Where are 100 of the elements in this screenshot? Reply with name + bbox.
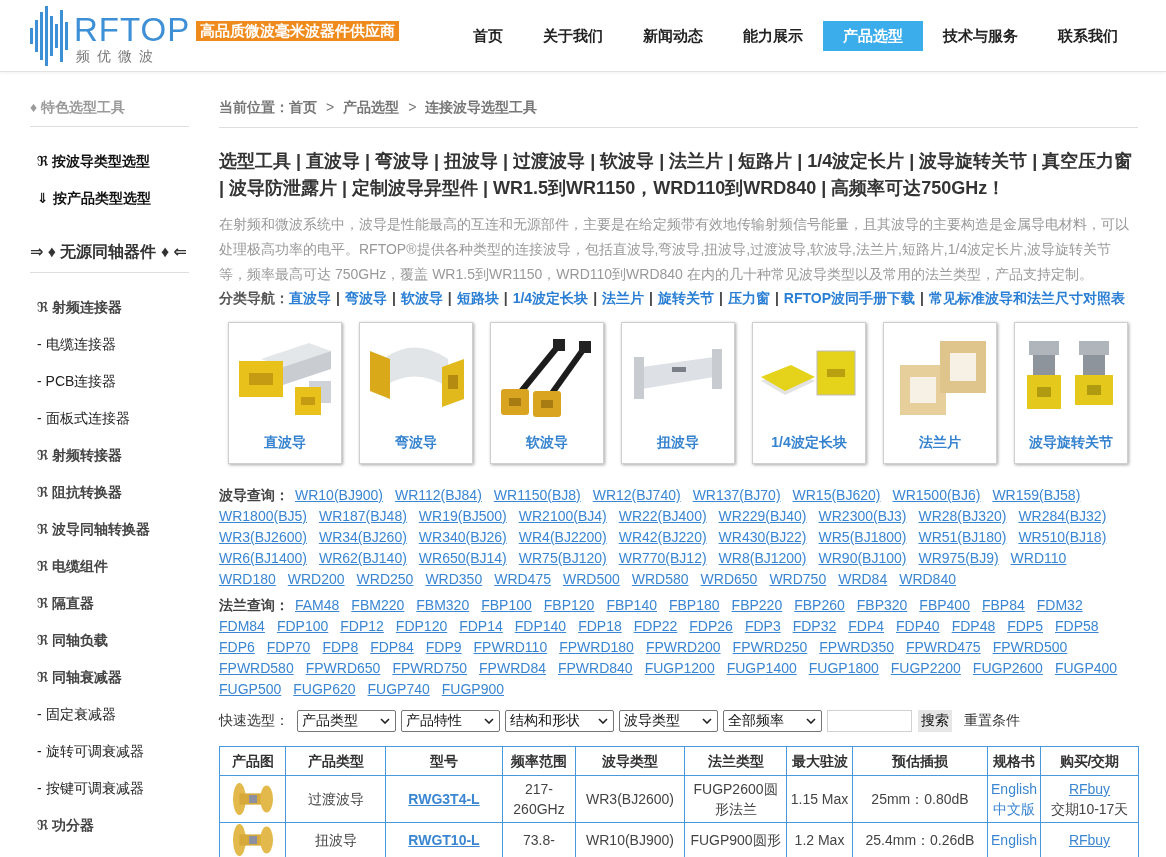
waveguide-link[interactable]: WR2300(BJ3) [818, 506, 907, 527]
waveguide-link[interactable]: WR8(BJ1200) [718, 548, 807, 569]
category-link[interactable]: 常见标准波导和法兰尺寸对照表 [928, 287, 1125, 309]
waveguide-link[interactable]: WR137(BJ70) [692, 485, 781, 506]
waveguide-link[interactable]: WR1800(BJ5) [219, 506, 307, 527]
product-card[interactable]: 波导旋转关节 [1014, 322, 1128, 464]
flange-link[interactable]: FUGP500 [219, 679, 282, 700]
sidebar-link[interactable]: - 按键可调衰减器 [30, 778, 144, 798]
search-field[interactable] [827, 710, 912, 732]
flange-link[interactable]: FDP70 [266, 637, 311, 658]
waveguide-link[interactable]: WRD500 [563, 569, 620, 590]
waveguide-link[interactable]: WR28(BJ320) [918, 506, 1007, 527]
sidebar-link[interactable]: ℜ 电缆组件 [30, 556, 109, 576]
category-link[interactable]: 直波导 [289, 287, 331, 309]
waveguide-link[interactable]: WRD475 [494, 569, 551, 590]
nav-tab[interactable]: 关于我们 [523, 20, 623, 51]
flange-link[interactable]: FUGP900 [441, 679, 504, 700]
flange-link[interactable]: FDP120 [395, 616, 448, 637]
filter-select[interactable]: 波导类型 [619, 710, 718, 732]
waveguide-link[interactable]: WR3(BJ2600) [219, 527, 307, 548]
sidebar-link[interactable]: ℜ 隔直器 [30, 593, 95, 613]
sidebar-link[interactable]: ℜ 阻抗转换器 [30, 482, 123, 502]
waveguide-link[interactable]: WR284(BJ32) [1018, 506, 1107, 527]
flange-link[interactable]: FPWRD750 [392, 658, 468, 679]
nav-tab[interactable]: 技术与服务 [923, 20, 1038, 51]
category-link[interactable]: 旋转关节 [658, 287, 714, 309]
flange-link[interactable]: FDP12 [340, 616, 384, 637]
flange-link[interactable]: FBP220 [731, 595, 783, 616]
flange-link[interactable]: FDP9 [425, 637, 462, 658]
waveguide-link[interactable]: WR6(BJ1400) [219, 548, 307, 569]
waveguide-link[interactable]: WR112(BJ84) [394, 485, 482, 506]
flange-link[interactable]: FPWRD500 [992, 637, 1068, 658]
waveguide-link[interactable]: WR187(BJ48) [318, 506, 407, 527]
breadcrumb-link[interactable]: 首页 [289, 97, 317, 117]
waveguide-link[interactable]: WR2100(BJ4) [518, 506, 607, 527]
waveguide-link[interactable]: WRD650 [700, 569, 758, 590]
reset-link[interactable]: 重置条件 [964, 712, 1020, 730]
waveguide-link[interactable]: WRD200 [287, 569, 345, 590]
flange-link[interactable]: FDP48 [951, 616, 996, 637]
flange-link[interactable]: FUGP620 [293, 679, 356, 700]
flange-link[interactable]: FUGP400 [1054, 658, 1118, 679]
waveguide-link[interactable]: WR650(BJ14) [418, 548, 507, 569]
flange-link[interactable]: FUGP740 [367, 679, 430, 700]
flange-link[interactable]: FDP40 [896, 616, 940, 637]
flange-link[interactable]: FPWRD350 [819, 637, 894, 658]
sidebar-link[interactable]: - 电缆连接器 [30, 334, 116, 354]
flange-link[interactable]: FDP140 [514, 616, 567, 637]
flange-link[interactable]: FDP14 [459, 616, 503, 637]
flange-link[interactable]: FPWRD84 [479, 658, 546, 679]
product-card[interactable]: 1/4波定长块 [752, 322, 866, 464]
waveguide-link[interactable]: WR22(BJ400) [618, 506, 707, 527]
flange-link[interactable]: FDP18 [578, 616, 622, 637]
waveguide-link[interactable]: WR229(BJ40) [718, 506, 807, 527]
waveguide-link[interactable]: WR19(BJ500) [418, 506, 507, 527]
search-button[interactable]: 搜索 [918, 710, 952, 732]
buy-link[interactable]: RFbuy [1068, 779, 1111, 799]
nav-tab[interactable]: 产品选型 [823, 20, 923, 51]
waveguide-link[interactable]: WRD580 [631, 569, 689, 590]
waveguide-link[interactable]: WRD84 [838, 569, 888, 590]
flange-link[interactable]: FDP6 [219, 637, 255, 658]
flange-link[interactable]: FPWRD580 [219, 658, 294, 679]
sidebar-link[interactable]: ℜ 同轴衰减器 [30, 667, 123, 687]
waveguide-link[interactable]: WRD750 [769, 569, 827, 590]
flange-link[interactable]: FAM48 [295, 595, 340, 616]
waveguide-link[interactable]: WR75(BJ120) [518, 548, 607, 569]
flange-link[interactable]: FUGP1400 [726, 658, 797, 679]
datasheet-link[interactable]: English [991, 779, 1037, 799]
sidebar-link[interactable]: ℜ 射频连接器 [30, 297, 123, 317]
flange-link[interactable]: FPWRD475 [905, 637, 981, 658]
waveguide-link[interactable]: WR4(BJ2200) [518, 527, 607, 548]
flange-link[interactable]: FUGP2600 [972, 658, 1043, 679]
model-link[interactable]: RWGT10-L [408, 832, 480, 848]
flange-link[interactable]: FDP8 [322, 637, 359, 658]
flange-link[interactable]: FBP400 [919, 595, 970, 616]
sidebar-link[interactable]: ℜ 功分器 [30, 815, 95, 835]
buy-link[interactable]: RFbuy [1068, 830, 1111, 850]
waveguide-link[interactable]: WR5(BJ1800) [818, 527, 907, 548]
product-card[interactable]: 软波导 [490, 322, 604, 464]
flange-link[interactable]: FDP4 [848, 616, 885, 637]
waveguide-link[interactable]: WRD250 [356, 569, 414, 590]
category-link[interactable]: 1/4波定长块 [512, 287, 589, 309]
sidebar-link[interactable]: - 固定衰减器 [30, 704, 116, 724]
category-link[interactable]: 压力窗 [727, 287, 770, 309]
flange-link[interactable]: FPWRD840 [557, 658, 633, 679]
category-link[interactable]: 软波导 [400, 287, 443, 309]
flange-link[interactable]: FUGP1800 [808, 658, 879, 679]
flange-link[interactable]: FDP26 [689, 616, 733, 637]
sidebar-link[interactable]: - PCB连接器 [30, 371, 117, 391]
datasheet-link[interactable]: English [991, 830, 1037, 850]
flange-link[interactable]: FPWRD110 [473, 637, 548, 658]
waveguide-link[interactable]: WR90(BJ100) [818, 548, 907, 569]
flange-link[interactable]: FBP100 [481, 595, 532, 616]
flange-link[interactable]: FBP84 [981, 595, 1025, 616]
product-card[interactable]: 弯波导 [359, 322, 473, 464]
waveguide-link[interactable]: WR340(BJ26) [418, 527, 507, 548]
flange-link[interactable]: FBP120 [543, 595, 595, 616]
sidebar-link[interactable]: ⇓ 按产品类型选型 [30, 188, 151, 208]
sidebar-link[interactable]: ℜ 按波导类型选型 [30, 151, 151, 171]
breadcrumb-link[interactable]: 产品选型 [343, 97, 400, 117]
flange-link[interactable]: FDP84 [370, 637, 414, 658]
